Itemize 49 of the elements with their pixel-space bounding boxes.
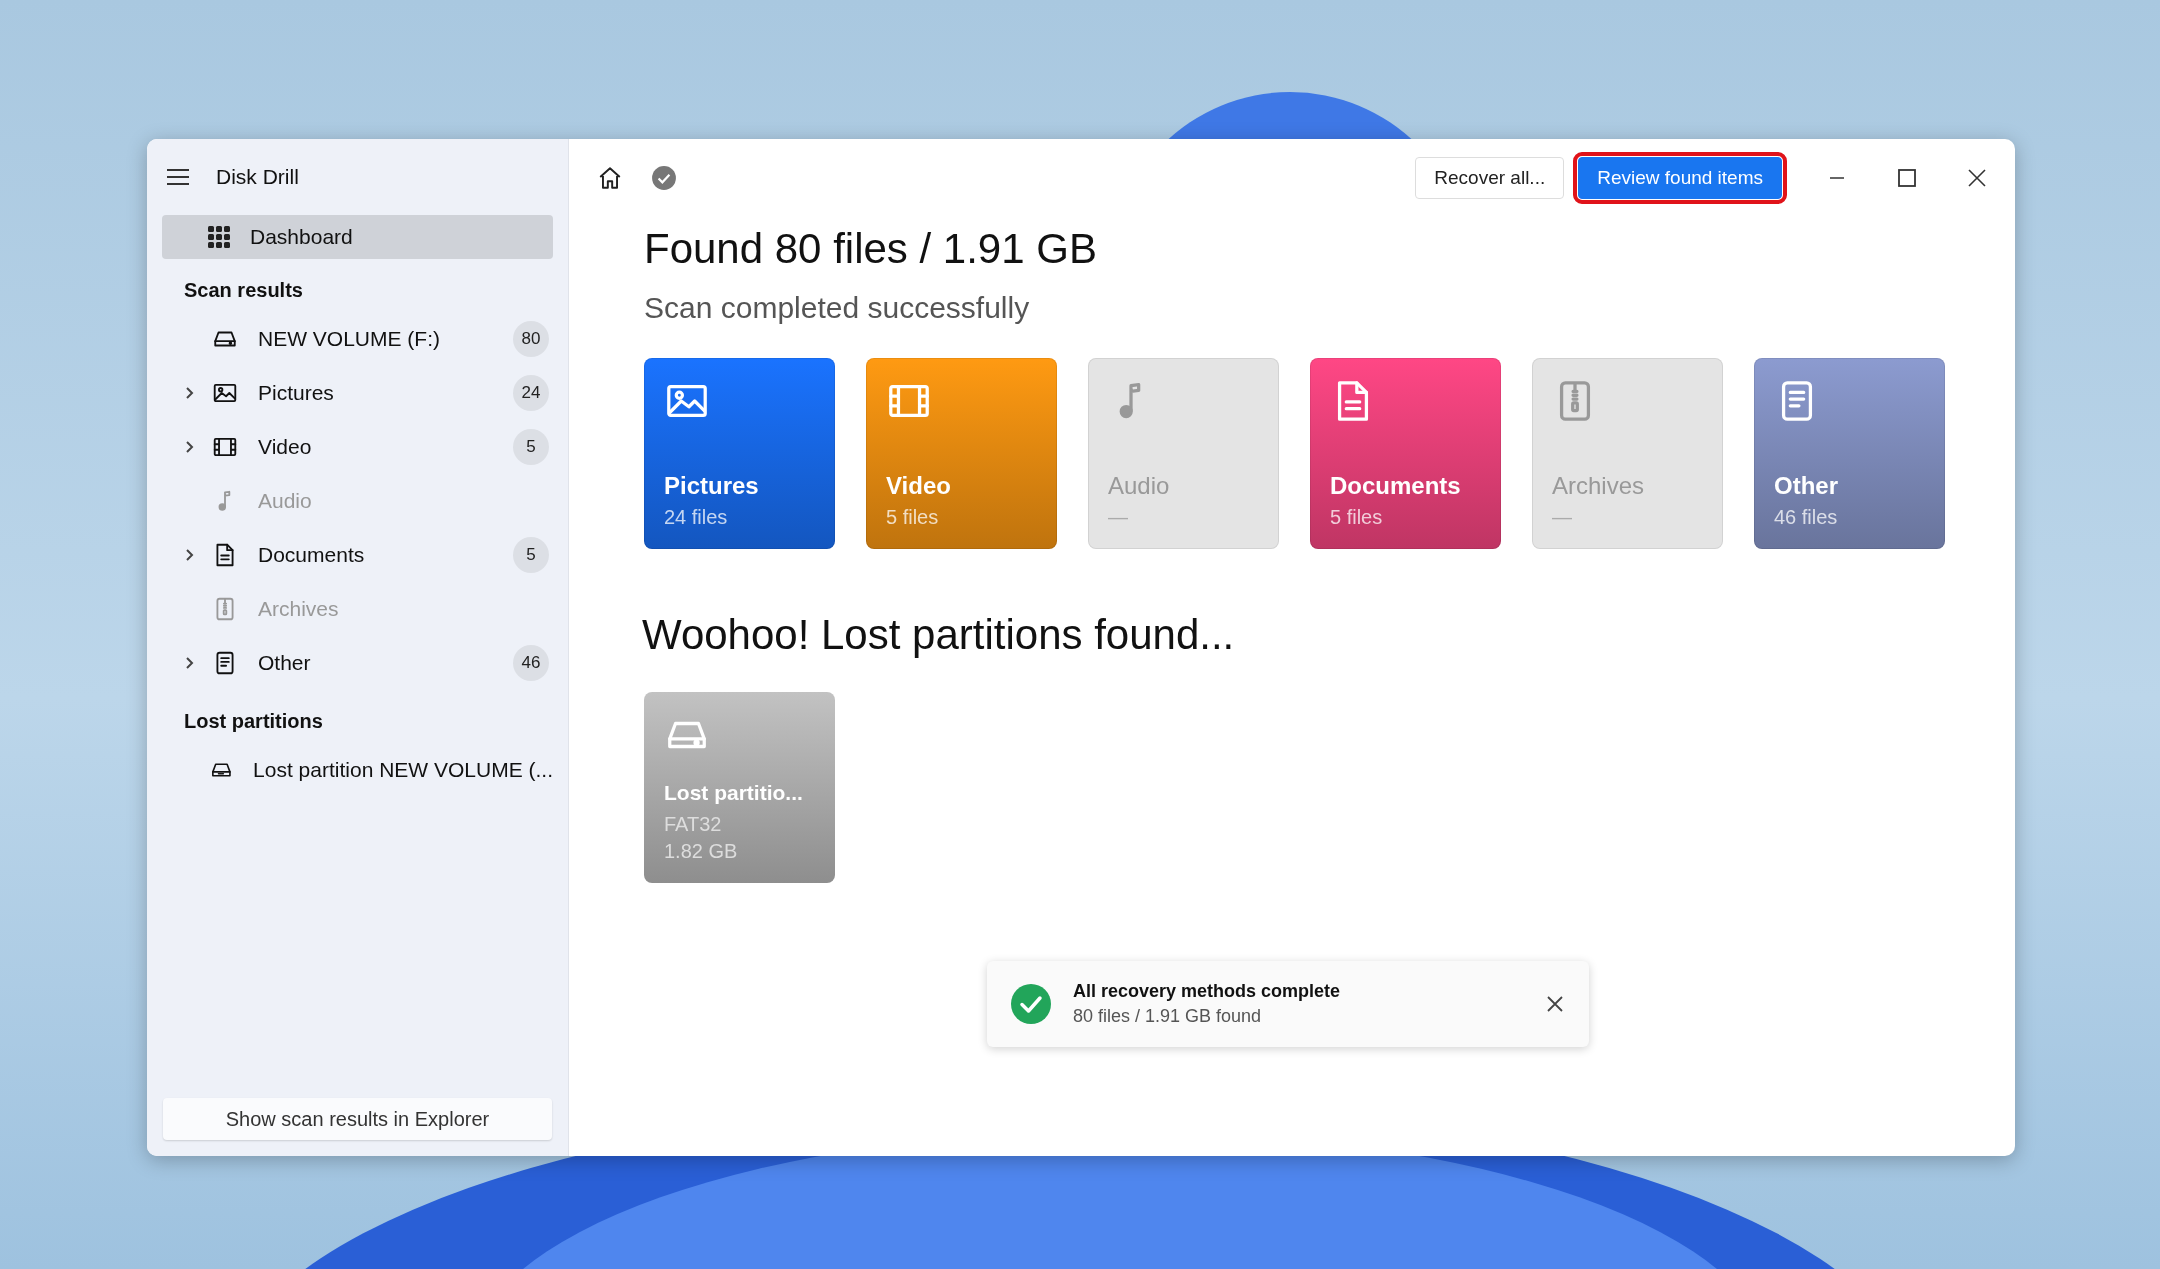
success-check-icon xyxy=(1011,984,1051,1024)
dashboard-nav-item[interactable]: Dashboard xyxy=(162,215,553,259)
category-label: Other xyxy=(1774,472,1839,500)
partitions-heading: Woohoo! Lost partitions found... xyxy=(642,611,1236,659)
category-card[interactable]: Other 46 files xyxy=(1754,358,1945,549)
category-count: 5 files xyxy=(886,506,940,529)
sidebar-item[interactable]: Video 5 xyxy=(162,420,553,474)
category-count: — xyxy=(1552,506,1573,529)
toast-message: 80 files / 1.91 GB found xyxy=(1073,1006,1263,1027)
section-heading: Scan results xyxy=(183,278,304,303)
sidebar-item[interactable]: Documents 5 xyxy=(162,528,553,582)
partition-label: Lost partitio... xyxy=(664,781,804,805)
category-card[interactable]: Documents 5 files xyxy=(1310,358,1501,549)
category-count: 24 files xyxy=(664,506,729,529)
category-label: Pictures xyxy=(664,472,760,500)
summary-title: Found 80 files / 1.91 GB xyxy=(644,225,1098,273)
partition-filesystem: FAT32 xyxy=(664,813,723,836)
sidebar-item[interactable]: NEW VOLUME (F:) 80 xyxy=(162,312,553,366)
sidebar-item[interactable]: Lost partition NEW VOLUME (... xyxy=(162,743,553,797)
partition-size: 1.82 GB xyxy=(664,840,739,863)
category-label: Audio xyxy=(1108,472,1171,500)
check-circle-icon[interactable] xyxy=(651,165,677,191)
category-card[interactable]: Pictures 24 files xyxy=(644,358,835,549)
category-label: Archives xyxy=(1552,472,1646,500)
recover-all-button[interactable]: Recover all... xyxy=(1415,157,1565,199)
menu-icon[interactable] xyxy=(166,167,190,187)
count-badge: 80 xyxy=(513,321,549,357)
maximize-icon[interactable] xyxy=(1896,167,1918,189)
close-icon[interactable] xyxy=(1545,994,1565,1014)
category-count: — xyxy=(1108,506,1129,529)
toast-title: All recovery methods complete xyxy=(1073,981,1342,1002)
summary-subtitle: Scan completed successfully xyxy=(644,291,1031,325)
sidebar-item[interactable]: Pictures 24 xyxy=(162,366,553,420)
home-icon[interactable] xyxy=(597,165,623,191)
count-badge: 46 xyxy=(513,645,549,681)
count-badge: 24 xyxy=(513,375,549,411)
count-badge: 5 xyxy=(513,429,549,465)
close-icon[interactable] xyxy=(1966,167,1988,189)
category-count: 46 files xyxy=(1774,506,1839,529)
category-card[interactable]: Video 5 files xyxy=(866,358,1057,549)
sidebar-item[interactable]: Other 46 xyxy=(162,636,553,690)
category-label: Video xyxy=(886,472,952,500)
count-badge: 5 xyxy=(513,537,549,573)
section-heading: Lost partitions xyxy=(183,709,324,734)
app-title: Disk Drill xyxy=(216,165,299,189)
grid-icon xyxy=(208,226,230,248)
category-count: 5 files xyxy=(1330,506,1384,529)
show-in-explorer-button[interactable]: Show scan results in Explorer xyxy=(163,1098,552,1140)
category-label: Documents xyxy=(1330,472,1462,500)
